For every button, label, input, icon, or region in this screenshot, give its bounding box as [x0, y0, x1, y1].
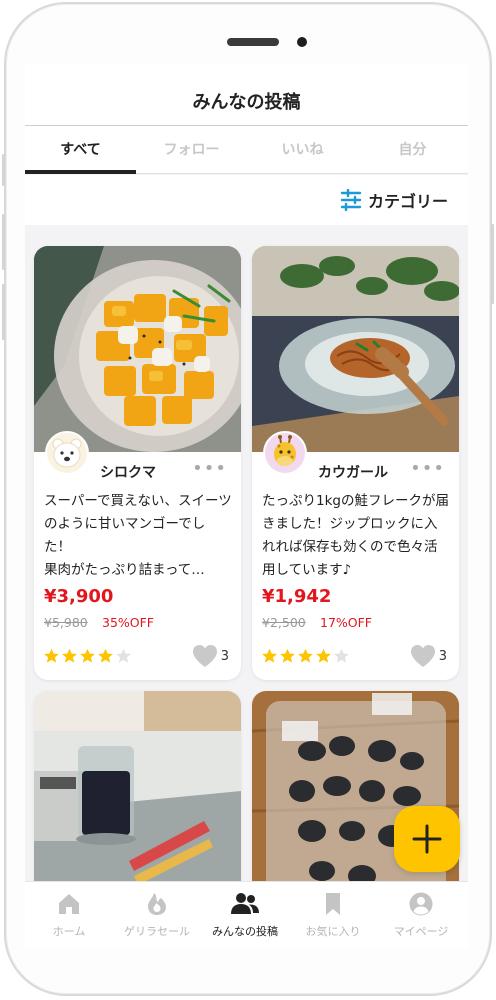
nav-label: マイページ [393, 925, 449, 938]
front-camera [297, 37, 307, 47]
post-description-text: スーパーで買えない、スイーツのように甘いマンゴーでした！ 果肉がたっぷり詰まって… [44, 493, 232, 578]
category-button[interactable]: カテゴリー [340, 187, 448, 213]
more-options-icon[interactable]: ••• [192, 458, 227, 479]
nav-label: お気に入り [305, 925, 361, 938]
avatar[interactable] [263, 431, 307, 475]
discount-label: 17%OFF [320, 615, 373, 630]
star-icon [98, 648, 113, 663]
volume-down-button [2, 284, 5, 340]
tab-all[interactable]: すべて [25, 126, 136, 174]
avatar[interactable] [45, 431, 89, 475]
original-price: ¥5,980 [44, 615, 88, 630]
nav-label: ホーム [52, 925, 86, 938]
post-description: スーパーで買えない、スイーツのように甘いマンゴーでした！ 果肉がたっぷり詰まって… [44, 490, 232, 582]
giraffe-icon [274, 435, 296, 466]
post-card[interactable]: カウガール ••• たっぷり1kgの鮭フレークが届きました！ジップロックに入れれ… [252, 246, 459, 680]
star-icon [262, 648, 277, 663]
like-count: 3 [220, 648, 229, 664]
star-icon [334, 648, 349, 663]
original-price: ¥2,500 [262, 615, 306, 630]
flame-icon [148, 893, 166, 915]
sale-price: ¥1,942 [262, 586, 332, 607]
username[interactable]: シロクマ [100, 462, 156, 482]
nav-home[interactable]: ホーム [25, 882, 113, 948]
star-icon [316, 648, 331, 663]
page-title: みんなの投稿 [192, 92, 301, 113]
more-options-icon[interactable]: ••• [410, 458, 445, 479]
nav-guerrilla-sale[interactable]: ゲリラセール [113, 882, 201, 948]
bottom-nav: ホーム ゲリラセール みんなの投稿 お気に入り マイページ [25, 881, 468, 948]
filter-sliders-icon [340, 189, 362, 211]
like-count: 3 [438, 648, 447, 664]
nav-label: みんなの投稿 [212, 925, 278, 938]
home-icon [59, 894, 79, 914]
tab-follow[interactable]: フォロー [136, 126, 247, 174]
add-post-button[interactable] [394, 806, 460, 872]
like-button[interactable]: 3 [410, 644, 447, 668]
tab-likes[interactable]: いいね [247, 126, 358, 174]
heart-icon [192, 645, 217, 667]
bookmark-icon [326, 893, 340, 915]
profile-icon [409, 892, 433, 916]
plus-icon [412, 824, 442, 854]
mute-switch [2, 154, 5, 186]
post-card[interactable]: シロクマ ••• スーパーで買えない、スイーツのように甘いマンゴーでした！ 果肉… [34, 246, 241, 680]
tab-bar: すべて フォロー いいね 自分 [25, 126, 468, 174]
sale-price: ¥3,900 [44, 586, 114, 607]
heart-icon [410, 645, 435, 667]
star-icon [62, 648, 77, 663]
nav-favorites[interactable]: お気に入り [289, 882, 377, 948]
username[interactable]: カウガール [318, 462, 388, 482]
star-icon [44, 648, 59, 663]
volume-up-button [2, 214, 5, 270]
nav-community-posts[interactable]: みんなの投稿 [201, 882, 289, 948]
tab-mine[interactable]: 自分 [357, 126, 468, 174]
category-bar: カテゴリー [25, 175, 468, 225]
active-tab-indicator [25, 170, 136, 174]
speaker [227, 38, 279, 46]
app-screen: みんなの投稿 すべて フォロー いいね 自分 カテゴリー シロクマ ••• スー… [25, 64, 468, 948]
star-icon [280, 648, 295, 663]
discount-label: 35%OFF [102, 615, 155, 630]
salmon-pasta-photo [252, 246, 459, 452]
power-button [491, 224, 494, 304]
star-rating [43, 648, 132, 664]
star-rating [261, 648, 350, 664]
post-description: たっぷり1kgの鮭フレークが届きました！ジップロックに入れれば保存も効くので色々… [262, 493, 449, 578]
category-label: カテゴリー [367, 192, 448, 211]
star-icon [116, 648, 131, 663]
users-icon [231, 893, 259, 914]
like-button[interactable]: 3 [192, 644, 229, 668]
nav-label: ゲリラセール [124, 925, 190, 938]
star-icon [80, 648, 95, 663]
polar-bear-icon [52, 438, 82, 468]
mango-salad-photo [34, 246, 241, 452]
nav-my-page[interactable]: マイページ [377, 882, 465, 948]
star-icon [298, 648, 313, 663]
top-bar: みんなの投稿 [25, 64, 468, 126]
